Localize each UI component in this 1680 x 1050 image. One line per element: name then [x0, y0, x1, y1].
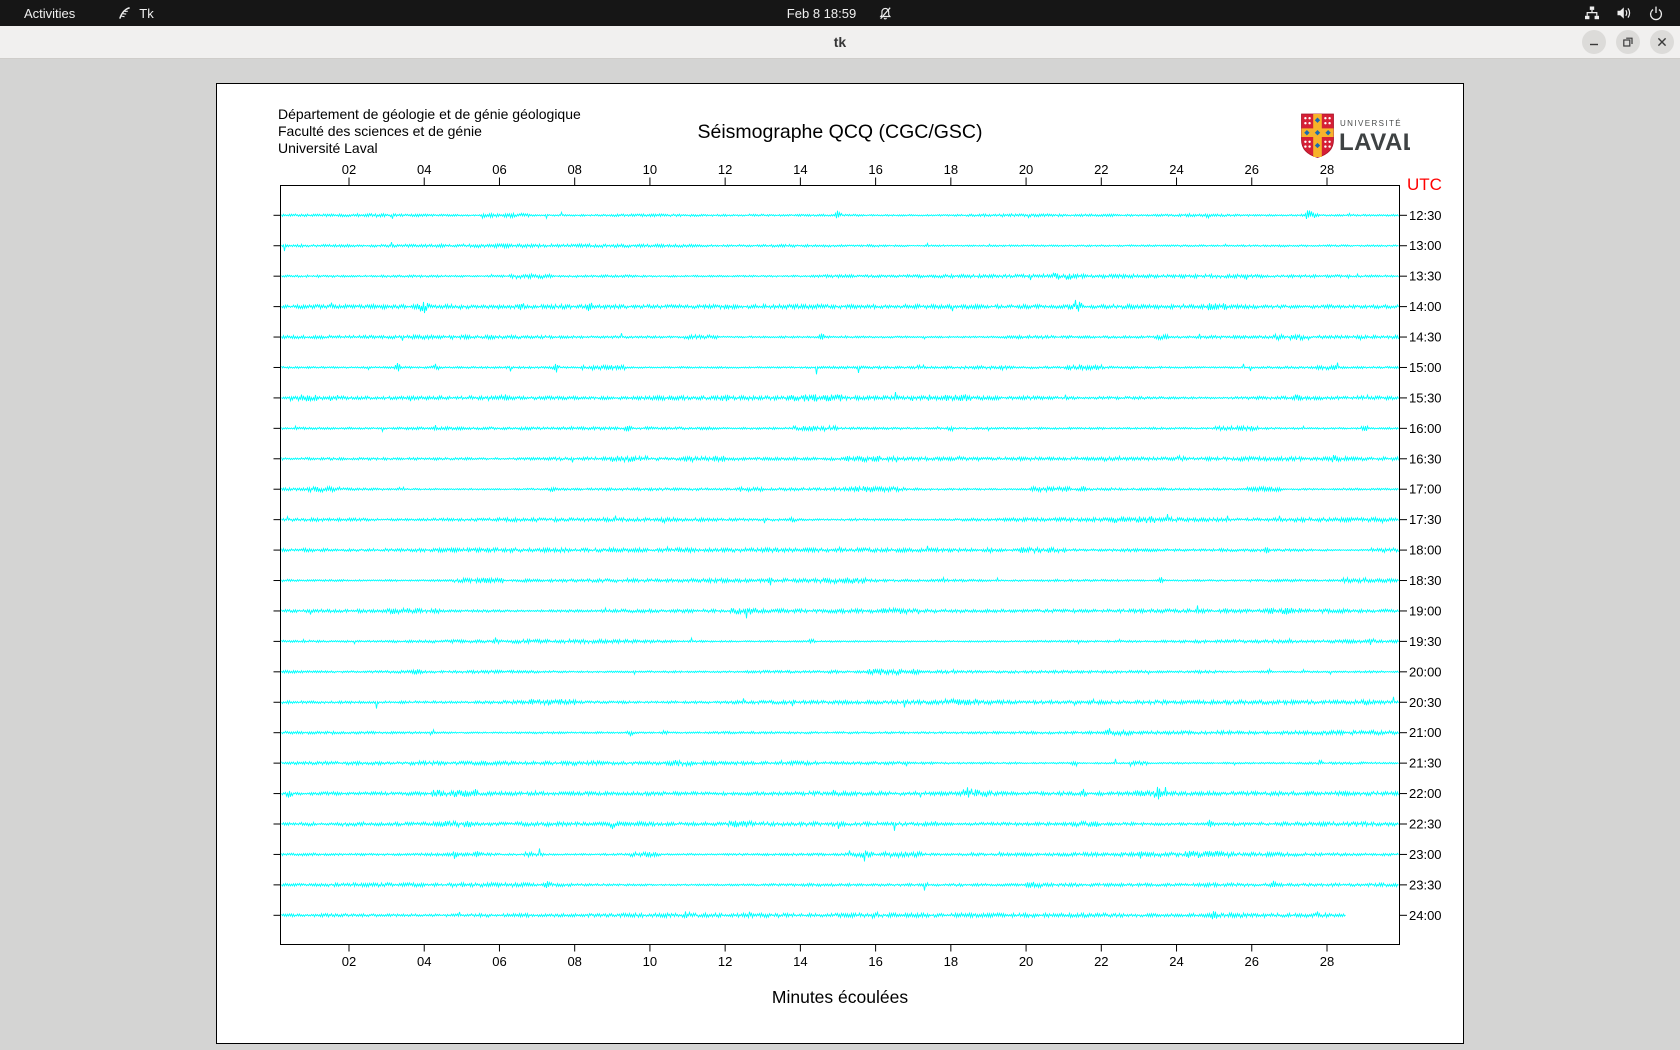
- seismogram-trace-row: [281, 880, 1399, 891]
- x-tick-label-top: 14: [793, 162, 807, 177]
- seismogram-trace-row: [281, 819, 1399, 831]
- system-tray[interactable]: [1584, 0, 1664, 26]
- seismogram-trace-row: [281, 362, 1399, 375]
- row-time-label: 15:00: [1409, 360, 1442, 375]
- x-tick-label-top: 18: [944, 162, 958, 177]
- row-time-label: 21:30: [1409, 756, 1442, 771]
- x-tick-label-top: 04: [417, 162, 431, 177]
- x-tick-label-bottom: 12: [718, 954, 732, 969]
- x-tick-label-bottom: 08: [567, 954, 581, 969]
- x-tick-label-bottom: 28: [1320, 954, 1334, 969]
- clock-menu[interactable]: Feb 8 18:59: [787, 0, 893, 26]
- seismogram-trace-row: [281, 272, 1399, 281]
- x-tick-label-top: 16: [868, 162, 882, 177]
- seismogram-trace-row: [281, 667, 1399, 677]
- x-tick-label-bottom: 16: [868, 954, 882, 969]
- window-title: tk: [833, 34, 847, 50]
- row-time-label: 13:30: [1409, 269, 1442, 284]
- window-titlebar[interactable]: tk: [0, 26, 1680, 59]
- x-tick-label-top: 22: [1094, 162, 1108, 177]
- seismogram-trace-row: [281, 484, 1399, 494]
- row-time-label: 16:00: [1409, 421, 1442, 436]
- row-time-label: 20:00: [1409, 664, 1442, 679]
- seismogram-trace-row: [281, 514, 1399, 525]
- seismogram-trace-row: [281, 545, 1399, 555]
- app-menu-label: Tk: [139, 5, 154, 21]
- seismogram-trace-row: [281, 728, 1399, 738]
- x-tick-label-top: 28: [1320, 162, 1334, 177]
- row-time-label: 19:00: [1409, 603, 1442, 618]
- x-tick-label-top: 20: [1019, 162, 1033, 177]
- x-tick-label-bottom: 02: [342, 954, 356, 969]
- row-time-label: 17:30: [1409, 512, 1442, 527]
- row-time-label: 15:30: [1409, 390, 1442, 405]
- row-time-label: 20:30: [1409, 695, 1442, 710]
- network-wired-icon: [1584, 5, 1600, 21]
- gnome-top-bar: Activities Tk Feb 8 18:59: [0, 0, 1680, 26]
- x-tick-label-bottom: 10: [643, 954, 657, 969]
- desktop: { "topbar": { "activities_label": "Activ…: [0, 0, 1680, 1050]
- x-tick-label-bottom: 22: [1094, 954, 1108, 969]
- seismogram-trace-row: [281, 910, 1346, 920]
- row-time-label: 14:00: [1409, 299, 1442, 314]
- seismogram-trace-row: [281, 453, 1399, 464]
- row-time-label: 16:30: [1409, 451, 1442, 466]
- row-time-label: 19:30: [1409, 634, 1442, 649]
- row-time-label: 13:00: [1409, 238, 1442, 253]
- activities-button[interactable]: Activities: [18, 4, 81, 23]
- x-tick-label-top: 08: [567, 162, 581, 177]
- power-icon: [1648, 5, 1664, 21]
- seismograph-canvas: Département de géologie et de génie géol…: [216, 83, 1464, 1044]
- x-tick-label-bottom: 26: [1245, 954, 1259, 969]
- seismogram-trace-row: [281, 391, 1399, 403]
- x-tick-label-bottom: 18: [944, 954, 958, 969]
- seismogram-trace-row: [281, 210, 1399, 220]
- row-time-label: 22:30: [1409, 817, 1442, 832]
- app-menu[interactable]: Tk: [117, 5, 154, 21]
- x-tick-label-top: 12: [718, 162, 732, 177]
- seismogram-trace-row: [281, 424, 1399, 433]
- x-axis-title: Minutes écoulées: [772, 987, 908, 1007]
- row-time-label: 18:30: [1409, 573, 1442, 588]
- utc-axis-label: UTC: [1407, 175, 1442, 194]
- seismogram-trace-row: [281, 786, 1399, 800]
- x-tick-label-bottom: 24: [1169, 954, 1183, 969]
- seismogram-trace-row: [281, 241, 1399, 252]
- row-time-label: 23:00: [1409, 847, 1442, 862]
- x-tick-label-top: 10: [643, 162, 657, 177]
- seismograph-plot: 02 02 04 04 06 06 08 08 10 10 12 12 14 14 16 16 18 18 20 20…: [273, 162, 1442, 1007]
- clock-label: Feb 8 18:59: [786, 5, 857, 21]
- row-time-label: 14:30: [1409, 330, 1442, 345]
- seismogram-trace-row: [281, 332, 1399, 342]
- row-time-label: 17:00: [1409, 482, 1442, 497]
- row-time-label: 24:00: [1409, 908, 1442, 923]
- plot-frame: [280, 185, 1400, 945]
- x-tick-label-bottom: 04: [417, 954, 431, 969]
- tk-feather-icon: [117, 6, 132, 21]
- row-time-label: 21:00: [1409, 725, 1442, 740]
- seismogram-trace-row: [281, 848, 1399, 862]
- row-time-label: 22:00: [1409, 786, 1442, 801]
- x-tick-label-top: 02: [342, 162, 356, 177]
- seismogram-trace-row: [281, 696, 1399, 709]
- speaker-icon: [1616, 5, 1632, 21]
- bell-slash-icon: [878, 6, 893, 21]
- row-time-label: 18:00: [1409, 543, 1442, 558]
- minimize-button[interactable]: [1582, 30, 1606, 54]
- x-tick-label-bottom: 06: [492, 954, 506, 969]
- row-time-label: 12:30: [1409, 208, 1442, 223]
- x-tick-label-top: 24: [1169, 162, 1183, 177]
- row-time-label: 23:30: [1409, 877, 1442, 892]
- x-tick-label-bottom: 14: [793, 954, 807, 969]
- x-tick-label-top: 06: [492, 162, 506, 177]
- seismogram-trace-row: [281, 758, 1399, 768]
- x-tick-label-top: 26: [1245, 162, 1259, 177]
- seismogram-trace-row: [281, 299, 1399, 314]
- close-button[interactable]: [1650, 30, 1674, 54]
- x-tick-label-bottom: 20: [1019, 954, 1033, 969]
- seismogram-trace-row: [281, 575, 1399, 586]
- maximize-restore-button[interactable]: [1616, 30, 1640, 54]
- seismogram-trace-row: [281, 605, 1399, 619]
- seismogram-trace-row: [281, 636, 1399, 646]
